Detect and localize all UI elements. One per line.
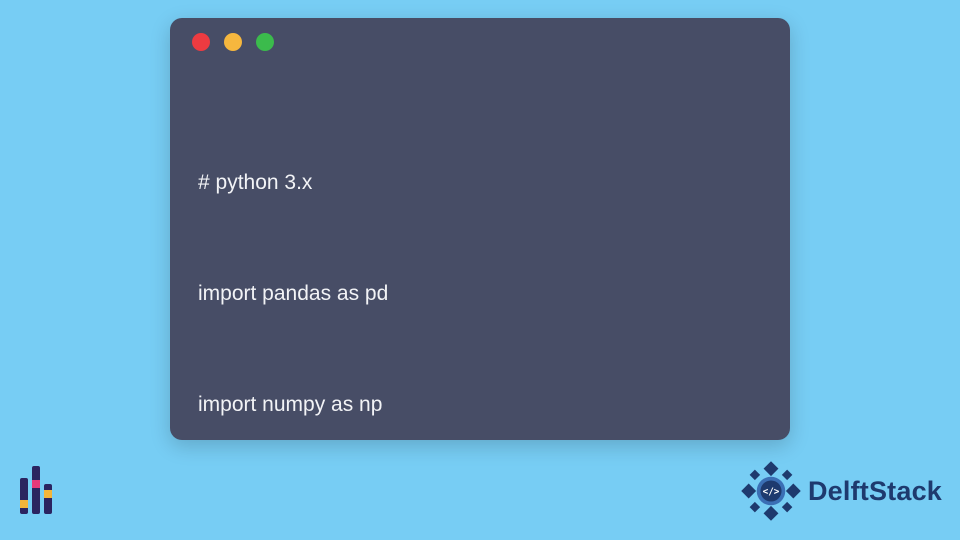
- delftstack-emblem-icon: </>: [740, 460, 802, 522]
- decorative-bars-icon: [20, 466, 52, 514]
- code-line: import numpy as np: [198, 386, 762, 423]
- code-window: # python 3.x import pandas as pd import …: [170, 18, 790, 440]
- minimize-icon[interactable]: [224, 33, 242, 51]
- brand-logo: </> DelftStack: [740, 460, 942, 522]
- close-icon[interactable]: [192, 33, 210, 51]
- code-line: import pandas as pd: [198, 275, 762, 312]
- brand-name: DelftStack: [808, 476, 942, 507]
- maximize-icon[interactable]: [256, 33, 274, 51]
- svg-text:</>: </>: [763, 487, 780, 498]
- code-block: # python 3.x import pandas as pd import …: [170, 66, 790, 440]
- code-line: # python 3.x: [198, 164, 762, 201]
- window-titlebar: [170, 18, 790, 66]
